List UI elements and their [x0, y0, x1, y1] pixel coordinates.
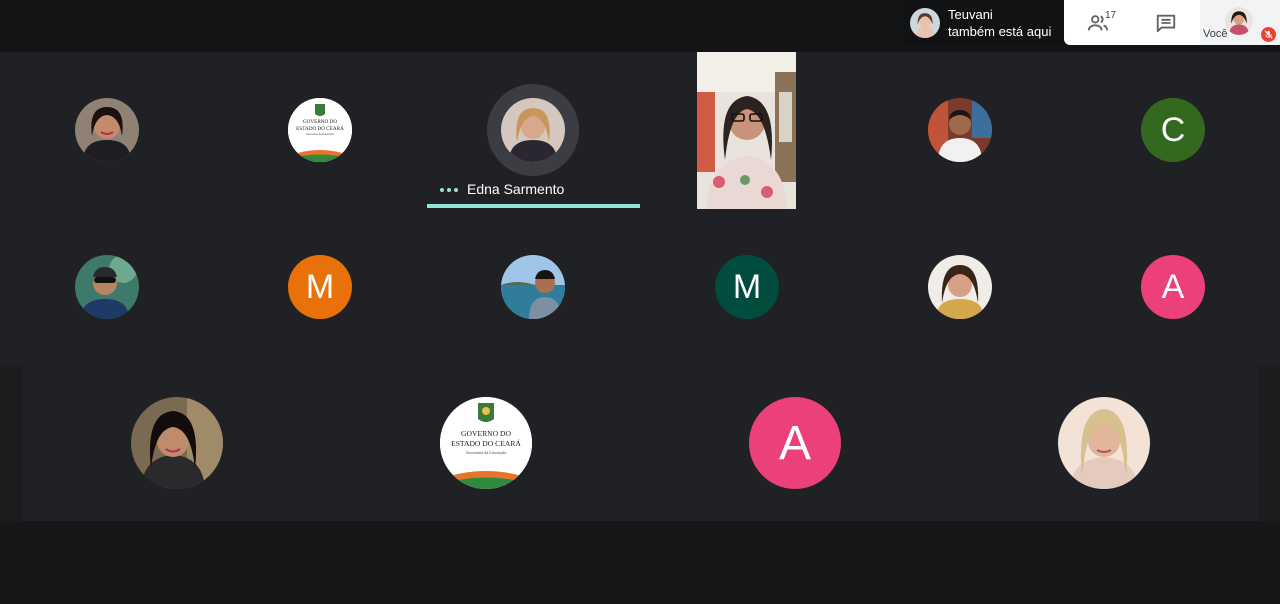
- notice-avatar: [910, 8, 940, 38]
- active-speaker-avatar[interactable]: [501, 98, 565, 162]
- participant-avatar[interactable]: [131, 397, 223, 489]
- participant-video[interactable]: [697, 52, 796, 209]
- self-label: Você: [1203, 28, 1228, 40]
- participant-initial-avatar[interactable]: A: [749, 397, 841, 489]
- chat-icon: [1156, 14, 1176, 32]
- svg-text:ESTADO DO CEARÁ: ESTADO DO CEARÁ: [296, 124, 344, 132]
- svg-text:GOVERNO DO: GOVERNO DO: [461, 429, 512, 438]
- participant-avatar[interactable]: [1058, 397, 1150, 489]
- svg-text:Secretaria da Educação: Secretaria da Educação: [306, 132, 334, 136]
- join-notice: Teuvani também está aqui: [902, 0, 1064, 45]
- speaking-bar: [427, 204, 640, 208]
- participant-grid: [0, 52, 1280, 365]
- mic-off-icon: [1261, 27, 1276, 42]
- svg-text:Secretaria da Educação: Secretaria da Educação: [466, 451, 507, 455]
- svg-text:GOVERNO DO: GOVERNO DO: [303, 119, 337, 125]
- self-view-button[interactable]: Você: [1200, 0, 1280, 45]
- bottom-strip: [0, 521, 1280, 604]
- participant-avatar[interactable]: [75, 255, 139, 319]
- participant-initial-avatar[interactable]: M: [288, 255, 352, 319]
- participant-avatar[interactable]: [928, 255, 992, 319]
- notice-message: também está aqui: [948, 24, 1052, 39]
- participant-avatar[interactable]: [75, 98, 139, 162]
- participant-avatar[interactable]: [501, 255, 565, 319]
- participants-button[interactable]: 17: [1064, 0, 1132, 45]
- participant-avatar[interactable]: [928, 98, 992, 162]
- participant-initial-avatar[interactable]: C: [1141, 98, 1205, 162]
- chat-button[interactable]: [1132, 0, 1200, 45]
- svg-text:ESTADO DO CEARÁ: ESTADO DO CEARÁ: [451, 438, 521, 448]
- participant-initial-avatar[interactable]: M: [715, 255, 779, 319]
- notice-name: Teuvani: [948, 7, 993, 22]
- participants-count: 17: [1105, 10, 1117, 21]
- participant-initial-avatar[interactable]: A: [1141, 255, 1205, 319]
- participant-avatar-logo[interactable]: GOVERNO DO ESTADO DO CEARÁ Secretaria da…: [440, 397, 532, 489]
- meeting-controls: 17 Você: [1064, 0, 1280, 45]
- self-avatar: [1225, 7, 1253, 35]
- participant-avatar-logo[interactable]: GOVERNO DO ESTADO DO CEARÁ Secretaria da…: [288, 98, 352, 162]
- speaking-indicator-icon: [440, 188, 458, 192]
- active-speaker-name: Edna Sarmento: [467, 181, 565, 197]
